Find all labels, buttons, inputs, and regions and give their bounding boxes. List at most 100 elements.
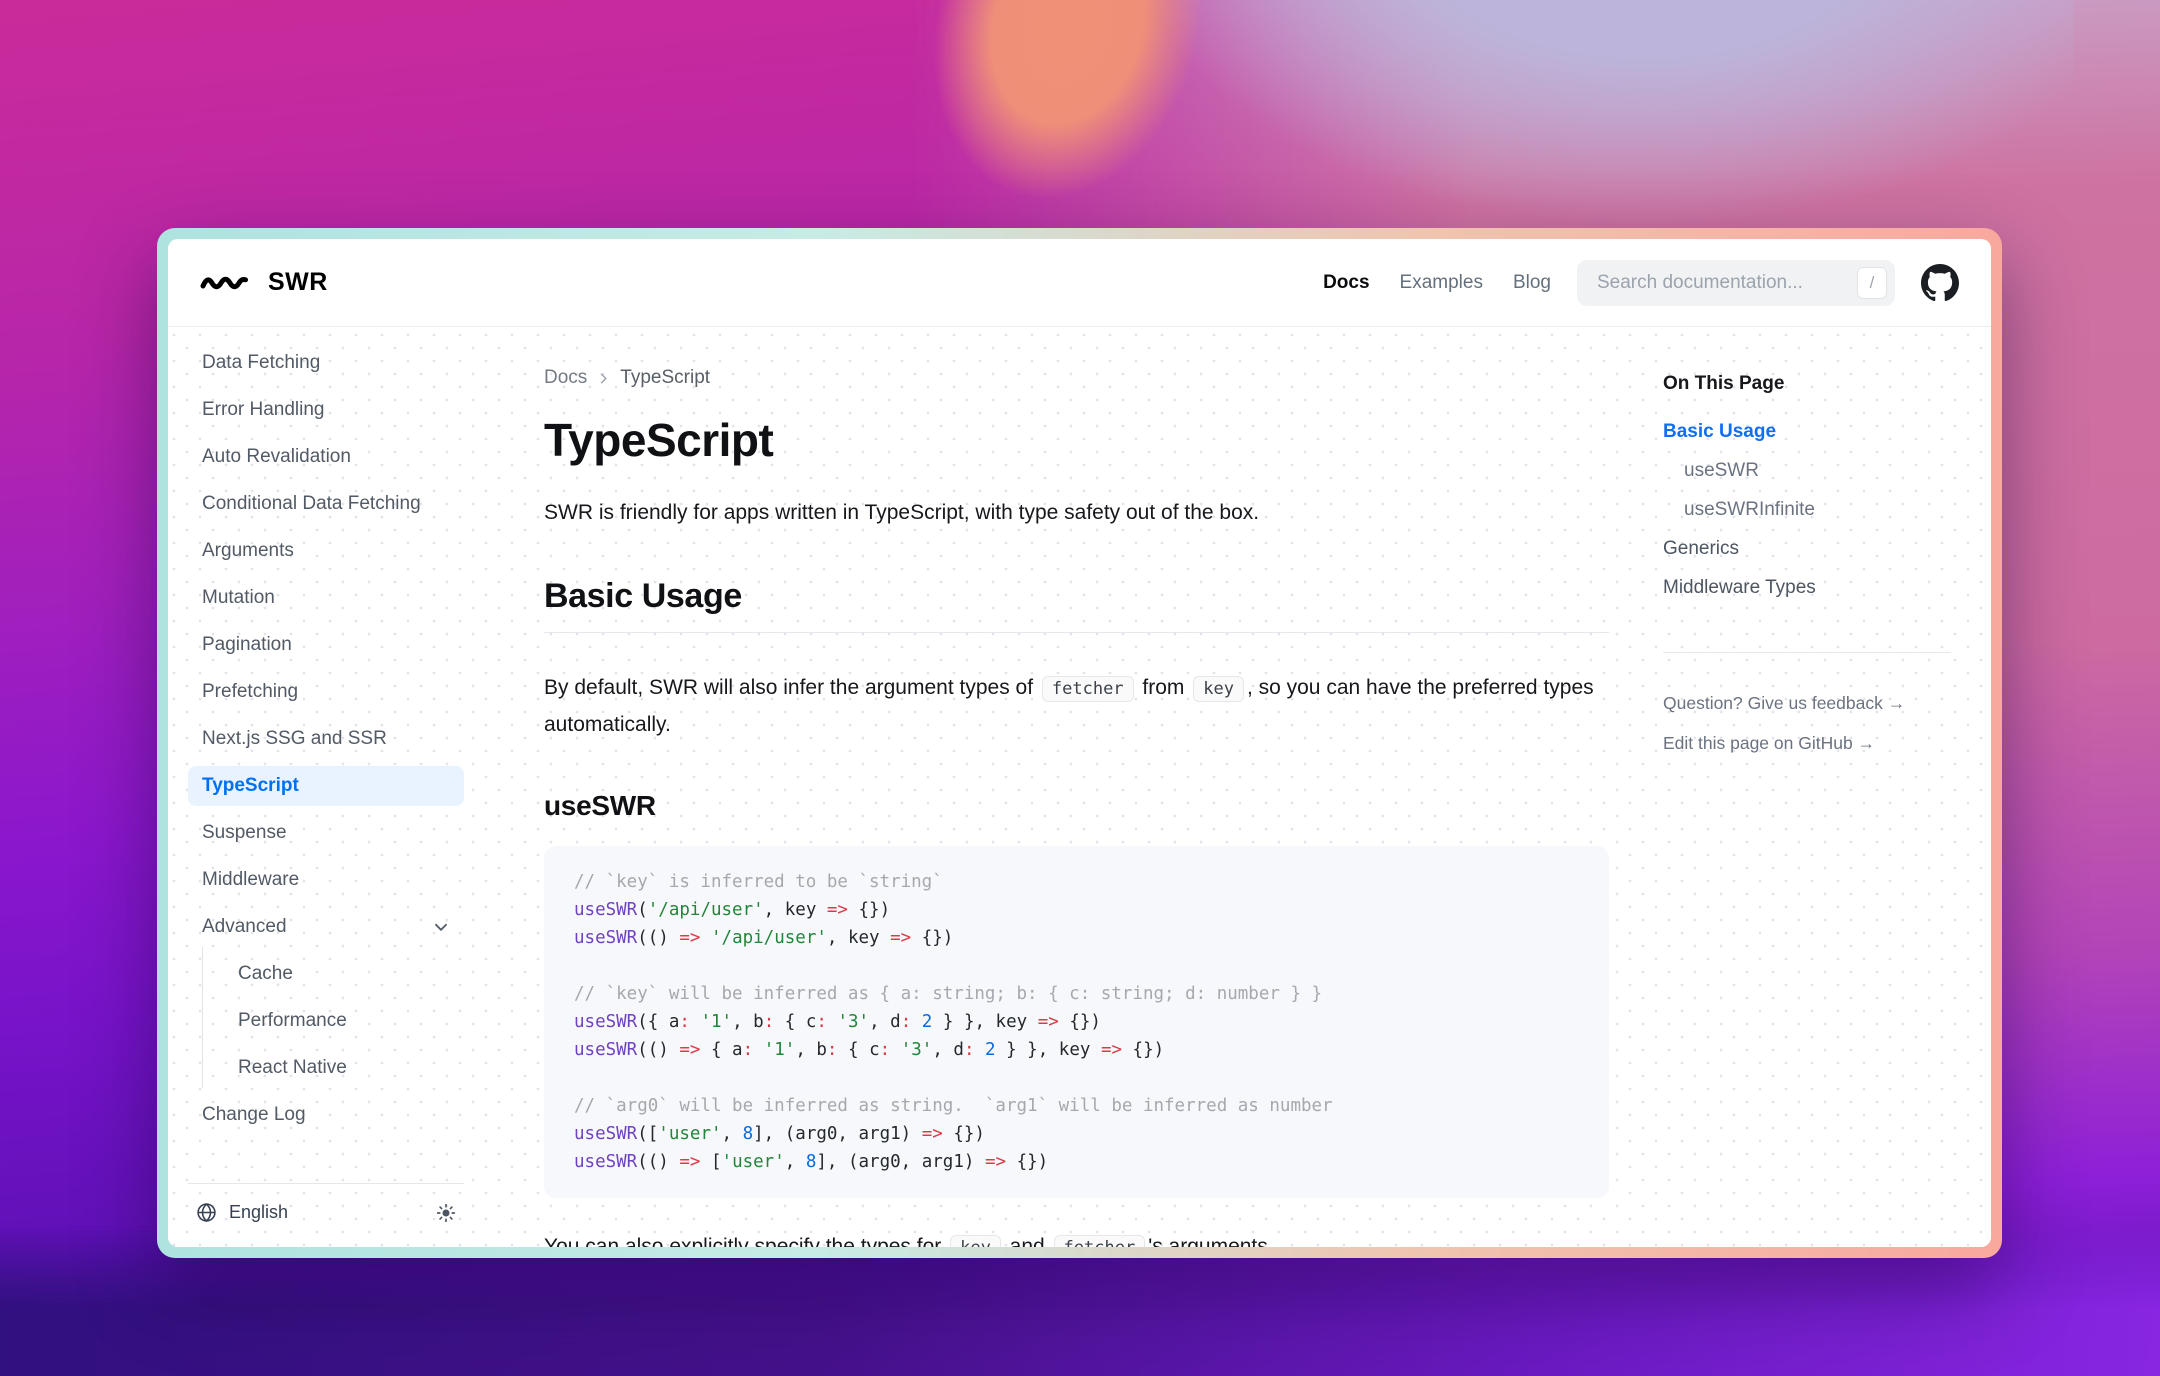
- sidebar-item[interactable]: Change Log: [188, 1095, 464, 1135]
- header-nav: Docs Examples Blog: [1323, 272, 1551, 294]
- sidebar-item[interactable]: Arguments: [188, 531, 464, 571]
- toc-list: Basic Usage useSWR useSWRInfinite Generi…: [1663, 421, 1963, 616]
- sidebar-item[interactable]: Conditional Data Fetching: [188, 484, 464, 524]
- sidebar-item[interactable]: Performance: [202, 1001, 464, 1041]
- toc-item[interactable]: Generics: [1663, 538, 1963, 560]
- text-span: 's arguments.: [1148, 1235, 1273, 1247]
- search-input[interactable]: [1577, 260, 1895, 306]
- sidebar-item-label: Arguments: [202, 540, 294, 562]
- sidebar-item[interactable]: Data Fetching: [188, 343, 464, 383]
- code-line: useSWR({ a: '1', b: { c: '3', d: 2 } }, …: [574, 1008, 1579, 1036]
- main-content: Docs TypeScript TypeScript SWR is friend…: [480, 327, 1991, 1247]
- swr-wave-icon: [200, 271, 254, 295]
- sidebar-item-label: Prefetching: [202, 681, 298, 703]
- inline-code: fetcher: [1042, 676, 1134, 702]
- chevron-down-icon: [432, 918, 450, 936]
- code-line: useSWR(['user', 8], (arg0, arg1) => {}): [574, 1120, 1579, 1148]
- browser-window: SWR Docs Examples Blog /: [157, 228, 2002, 1258]
- language-selector[interactable]: English: [196, 1202, 288, 1223]
- sidebar-item-label: Suspense: [202, 822, 287, 844]
- breadcrumb-docs-link[interactable]: Docs: [544, 367, 587, 389]
- sidebar-item[interactable]: Suspense: [188, 813, 464, 853]
- text-span: You can also explicitly specify the type…: [544, 1235, 947, 1247]
- useswr-heading: useSWR: [544, 790, 1609, 822]
- sidebar-list: Data Fetching Error Handling: [188, 343, 464, 1142]
- code-line: useSWR(() => ['user', 8], (arg0, arg1) =…: [574, 1148, 1579, 1176]
- sidebar-footer-row: English: [188, 1188, 464, 1229]
- sidebar-item[interactable]: Advanced: [188, 907, 464, 947]
- breadcrumb-current: TypeScript: [620, 367, 710, 389]
- language-label: English: [229, 1202, 288, 1223]
- sidebar-item-label: Next.js SSG and SSR: [202, 728, 387, 750]
- search-shortcut-kbd: /: [1857, 267, 1887, 299]
- sidebar-item[interactable]: TypeScript: [188, 766, 464, 806]
- code-line: [574, 1064, 1579, 1092]
- sidebar-item-label: Performance: [238, 1010, 347, 1032]
- code-line: useSWR(() => { a: '1', b: { c: '3', d: 2…: [574, 1036, 1579, 1064]
- site-header: SWR Docs Examples Blog /: [168, 239, 1991, 327]
- text-span: By default, SWR will also infer the argu…: [544, 676, 1039, 699]
- toc-item[interactable]: useSWR: [1663, 460, 1963, 482]
- globe-icon: [196, 1202, 217, 1223]
- toc-footer-link[interactable]: Question? Give us feedback →: [1663, 693, 1963, 714]
- chevron-right-icon: [596, 371, 611, 386]
- content-area: Data Fetching Error Handling: [168, 327, 1991, 1247]
- inline-code: fetcher: [1054, 1235, 1146, 1247]
- nav-link[interactable]: Blog: [1513, 272, 1551, 294]
- code-line: // `key` will be inferred as { a: string…: [574, 980, 1579, 1008]
- sidebar-divider: [188, 1183, 464, 1184]
- basic-usage-heading: Basic Usage: [544, 577, 1609, 616]
- sidebar-item[interactable]: Cache: [202, 954, 464, 994]
- sidebar-item[interactable]: React Native: [202, 1048, 464, 1088]
- inline-code: key: [1193, 676, 1244, 702]
- search-box: /: [1577, 260, 1895, 306]
- sidebar-item[interactable]: Auto Revalidation: [188, 437, 464, 477]
- sidebar-item-label: Pagination: [202, 634, 292, 656]
- sidebar-item-label: Mutation: [202, 587, 275, 609]
- heading-divider: [544, 632, 1609, 633]
- toc-divider: [1663, 652, 1951, 653]
- sidebar-item[interactable]: Pagination: [188, 625, 464, 665]
- sidebar-footer: English: [188, 1169, 464, 1229]
- swr-logo[interactable]: SWR: [200, 268, 328, 297]
- code-line: useSWR('/api/user', key => {}): [574, 896, 1579, 924]
- toc-title: On This Page: [1663, 373, 1963, 395]
- inline-code: key: [950, 1235, 1001, 1247]
- nav-link[interactable]: Examples: [1400, 272, 1483, 294]
- sidebar-item-label: Error Handling: [202, 399, 325, 421]
- sidebar-item[interactable]: Prefetching: [188, 672, 464, 712]
- github-link[interactable]: [1921, 264, 1959, 302]
- code-line: // `key` is inferred to be `string`: [574, 868, 1579, 896]
- sun-icon: [436, 1203, 456, 1223]
- sidebar-item-label: Data Fetching: [202, 352, 320, 374]
- sidebar-item[interactable]: Middleware: [188, 860, 464, 900]
- article: Docs TypeScript TypeScript SWR is friend…: [544, 367, 1609, 1247]
- toc-item[interactable]: useSWRInfinite: [1663, 499, 1963, 521]
- code-line: [574, 952, 1579, 980]
- intro-paragraph: SWR is friendly for apps written in Type…: [544, 501, 1609, 525]
- toc-item[interactable]: Basic Usage: [1663, 421, 1963, 443]
- code-block[interactable]: // `key` is inferred to be `string`useSW…: [544, 846, 1609, 1198]
- basic-usage-paragraph: By default, SWR will also infer the argu…: [544, 669, 1609, 744]
- toc-panel: On This Page Basic Usage useSWR useSWRIn…: [1663, 367, 1963, 1247]
- sidebar-item[interactable]: Next.js SSG and SSR: [188, 719, 464, 759]
- swr-docs-page: SWR Docs Examples Blog /: [168, 239, 1991, 1247]
- sidebar: Data Fetching Error Handling: [168, 327, 480, 1247]
- clipped-bottom-paragraph: You can also explicitly specify the type…: [544, 1228, 1609, 1247]
- sidebar-item[interactable]: Error Handling: [188, 390, 464, 430]
- text-span: from: [1137, 676, 1191, 699]
- sidebar-item[interactable]: Mutation: [188, 578, 464, 618]
- sidebar-item-label: Middleware: [202, 869, 299, 891]
- logo-text: SWR: [268, 268, 328, 297]
- toc-item[interactable]: Middleware Types: [1663, 577, 1963, 599]
- sidebar-item-label: Change Log: [202, 1104, 306, 1126]
- sidebar-item-label: TypeScript: [202, 775, 299, 797]
- sidebar-item-label: Conditional Data Fetching: [202, 493, 421, 515]
- sidebar-item-label: Advanced: [202, 916, 287, 938]
- page-title: TypeScript: [544, 413, 1609, 467]
- theme-toggle[interactable]: [436, 1203, 456, 1223]
- sidebar-item-label: Auto Revalidation: [202, 446, 351, 468]
- text-span: and: [1004, 1235, 1051, 1247]
- nav-link[interactable]: Docs: [1323, 272, 1369, 294]
- toc-footer-link[interactable]: Edit this page on GitHub →: [1663, 733, 1963, 754]
